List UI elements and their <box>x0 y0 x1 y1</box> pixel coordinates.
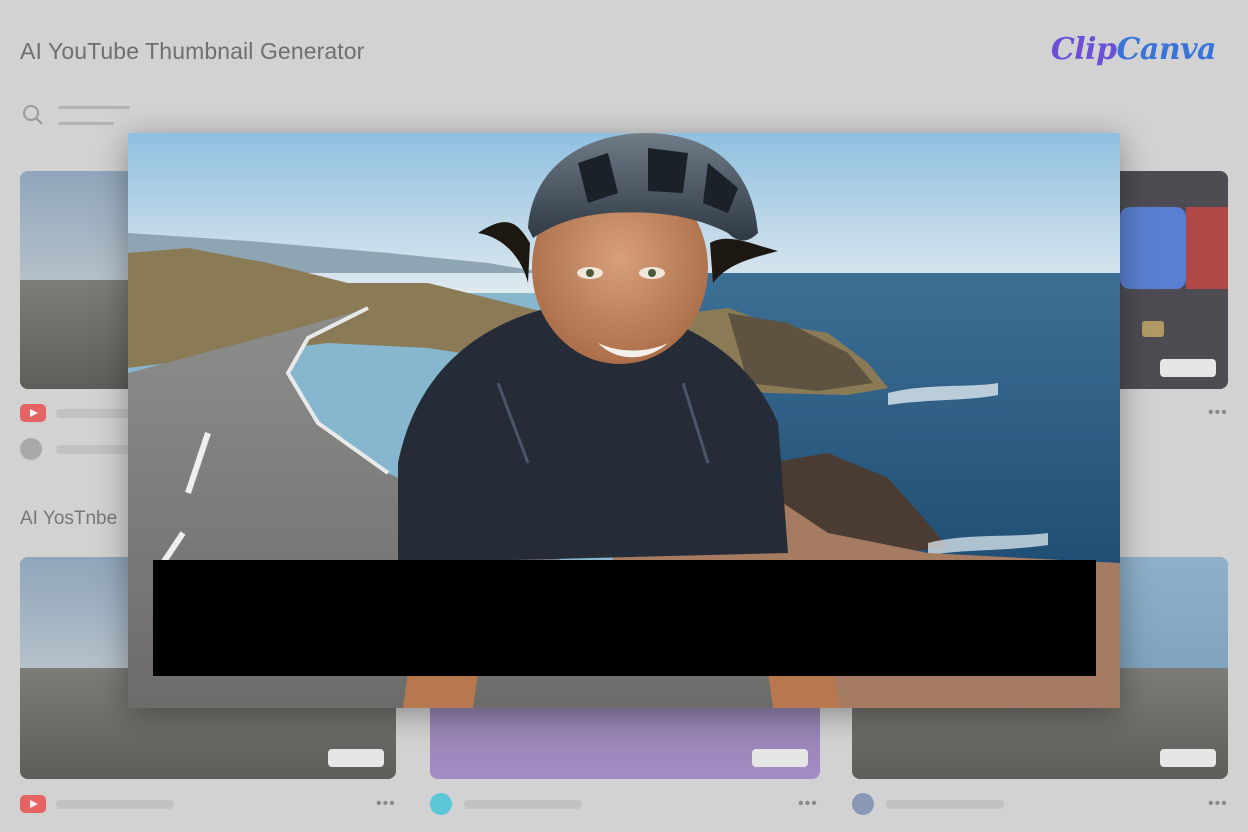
brand-logo-part1: Clip <box>1050 32 1117 67</box>
card-duration-pill <box>752 749 808 767</box>
card-duration-pill <box>1160 359 1216 377</box>
redaction-bar <box>153 560 1096 676</box>
card-meta-row <box>430 793 820 815</box>
card-meta-row <box>20 795 396 813</box>
card-duration-pill <box>328 749 384 767</box>
more-icon[interactable]: ••• <box>798 795 818 813</box>
rider-arm <box>403 673 478 708</box>
more-icon[interactable]: ••• <box>1208 795 1228 813</box>
thumbnail-preview-modal[interactable] <box>128 133 1120 708</box>
card-color-chip <box>1142 321 1164 337</box>
card-thumbnail-accent <box>1186 207 1228 289</box>
more-icon[interactable]: ••• <box>1208 404 1228 422</box>
card-title-placeholder <box>56 800 174 809</box>
section-title: AI YosTnbe <box>20 508 118 529</box>
channel-avatar-icon <box>20 438 42 460</box>
rider-arm <box>768 673 840 708</box>
search-icon <box>23 105 43 125</box>
brand-logo[interactable]: ClipCanva <box>1050 32 1217 67</box>
card-meta-row <box>852 793 1228 815</box>
youtube-icon <box>20 795 46 813</box>
page-title: AI YouTube Thumbnail Generator <box>20 38 365 64</box>
card-title-placeholder <box>464 800 582 809</box>
channel-avatar-icon <box>430 793 452 815</box>
search-bar[interactable] <box>22 102 142 132</box>
more-icon[interactable]: ••• <box>376 795 396 813</box>
card-title-placeholder <box>886 800 1004 809</box>
brand-logo-part2: Canva <box>1116 32 1217 67</box>
youtube-icon <box>20 404 46 422</box>
channel-avatar-icon <box>852 793 874 815</box>
helmet-vent <box>648 148 688 193</box>
card-duration-pill <box>1160 749 1216 767</box>
card-thumbnail-image <box>1120 207 1186 289</box>
